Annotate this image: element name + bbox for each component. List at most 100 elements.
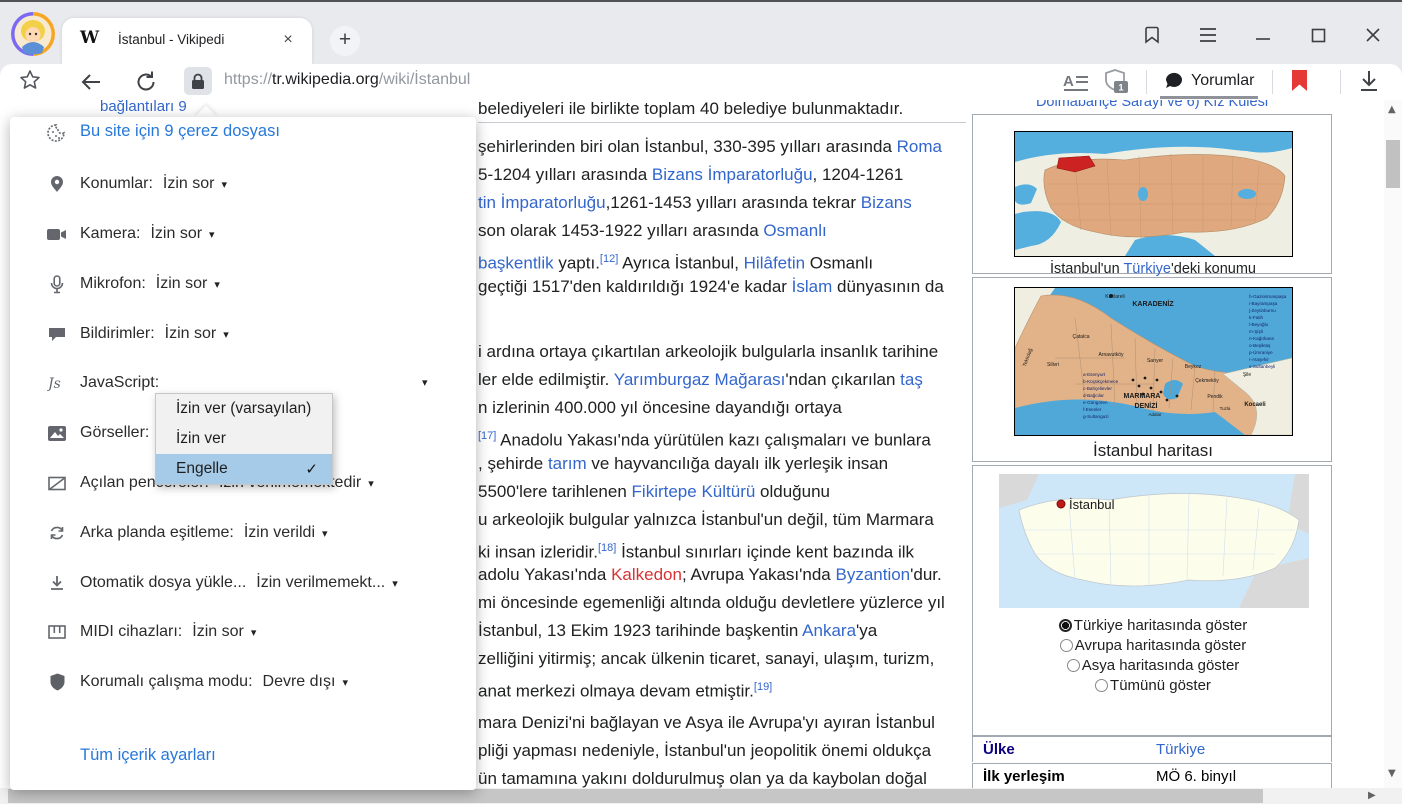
- infobox-row-label[interactable]: Ülke: [983, 741, 1015, 758]
- permission-row-autodownload[interactable]: Otomatik dosya yükle...İzin verilmemekt.…: [10, 569, 476, 597]
- dropdown-arrow-icon[interactable]: ▾: [322, 527, 328, 540]
- profile-avatar[interactable]: [10, 11, 56, 57]
- map-radio-option[interactable]: Asya haritasında göster: [973, 656, 1333, 676]
- browser-tab[interactable]: W İstanbul - Vikipedi ×: [62, 18, 312, 64]
- permission-value[interactable]: Devre dışı: [263, 673, 336, 690]
- site-security-chip[interactable]: [184, 67, 212, 95]
- map-radio-option[interactable]: Avrupa haritasında göster: [973, 636, 1333, 656]
- comments-button[interactable]: Yorumlar: [1160, 66, 1258, 99]
- permission-row-midi[interactable]: MIDI cihazları:İzin sor▾: [10, 618, 476, 646]
- dropdown-item[interactable]: İzin ver: [156, 424, 332, 454]
- wiki-link[interactable]: Roma: [897, 137, 942, 156]
- scroll-up-icon[interactable]: ▲: [1388, 104, 1396, 115]
- permission-value[interactable]: İzin sor: [156, 275, 208, 292]
- turkey-locator-map[interactable]: İstanbul: [999, 474, 1309, 608]
- horizontal-scrollbar-thumb[interactable]: [8, 789, 1263, 803]
- map-legend-item: c-Bahçelievler: [1083, 386, 1112, 391]
- map-legend-item: e-Güngören: [1083, 400, 1108, 405]
- protect-shield-icon[interactable]: 1: [1102, 68, 1132, 96]
- dropdown-item[interactable]: Engelle✓: [156, 454, 332, 484]
- dropdown-item[interactable]: İzin ver (varsayılan): [156, 394, 332, 424]
- radio-icon[interactable]: [1067, 659, 1080, 672]
- vertical-scrollbar[interactable]: ▲ ▼: [1384, 100, 1402, 788]
- wiki-red-link[interactable]: Kalkedon: [611, 565, 682, 584]
- permission-row-microphone[interactable]: Mikrofon:İzin sor▾: [10, 270, 476, 298]
- dropdown-arrow-icon[interactable]: ▾: [223, 328, 229, 341]
- radio-icon[interactable]: [1060, 639, 1073, 652]
- close-icon[interactable]: [1353, 18, 1393, 52]
- minimize-icon[interactable]: [1243, 18, 1283, 52]
- dropdown-arrow-icon[interactable]: ▾: [222, 178, 228, 191]
- wiki-link[interactable]: Bizans İmparatorluğu: [652, 165, 813, 184]
- cookies-link[interactable]: Bu site için 9 çerez dosyası: [80, 122, 280, 141]
- wiki-link[interactable]: taş: [900, 370, 923, 389]
- turkey-province-map[interactable]: [1014, 131, 1293, 257]
- dropdown-arrow-icon[interactable]: ▾: [209, 228, 215, 241]
- back-icon[interactable]: [78, 69, 104, 95]
- bookmarks-panel-icon[interactable]: [1132, 18, 1172, 52]
- permission-value[interactable]: İzin verilmemekt...: [256, 574, 385, 591]
- wiki-link[interactable]: Byzantion: [835, 565, 910, 584]
- reload-icon[interactable]: [133, 69, 159, 95]
- article-text-segment: u arkeolojik bulgular yalnızca İstanbul'…: [478, 510, 934, 529]
- map-radio-option[interactable]: Türkiye haritasında göster: [973, 616, 1333, 636]
- turkiye-link[interactable]: Türkiye: [1123, 261, 1171, 277]
- article-text-segment: , 1204-1261: [813, 165, 904, 184]
- wiki-link[interactable]: başkentlik: [478, 254, 554, 273]
- dropdown-arrow-icon[interactable]: ▾: [214, 278, 220, 291]
- infobox-top-caption[interactable]: Dolmabahçe Sarayı ve 6) Kız Kulesi: [972, 100, 1332, 110]
- permission-value[interactable]: İzin sor: [150, 225, 202, 242]
- wiki-link[interactable]: İslam: [792, 277, 833, 296]
- istanbul-district-map[interactable]: KARADENİZMARMARADENİZİKırklareliTekirdağ…: [1014, 287, 1293, 436]
- scroll-right-icon[interactable]: ▶: [1368, 790, 1376, 801]
- reference-link[interactable]: [12]: [600, 253, 618, 265]
- article-text-segment: Osmanlı: [805, 254, 873, 273]
- wiki-link[interactable]: Ankara: [802, 621, 856, 640]
- permission-value[interactable]: İzin sor: [165, 325, 217, 342]
- vertical-scrollbar-thumb[interactable]: [1386, 140, 1400, 188]
- reference-link[interactable]: [19]: [754, 681, 772, 693]
- dropdown-arrow-icon[interactable]: ▾: [342, 676, 348, 689]
- infobox-istanbul-map-box: KARADENİZMARMARADENİZİKırklareliTekirdağ…: [972, 277, 1332, 462]
- permission-value[interactable]: İzin verildi: [244, 524, 315, 541]
- dropdown-arrow-icon[interactable]: ▾: [251, 626, 257, 639]
- permission-value[interactable]: İzin sor: [192, 623, 244, 640]
- wiki-link[interactable]: tin İmparatorluğu: [478, 193, 606, 212]
- wiki-link[interactable]: Fikirtepe Kültürü: [632, 482, 756, 501]
- permission-row-location[interactable]: Konumlar:İzin sor▾: [10, 170, 476, 198]
- wiki-link[interactable]: tarım: [548, 454, 587, 473]
- dropdown-arrow-icon[interactable]: ▾: [392, 577, 398, 590]
- radio-icon[interactable]: [1095, 679, 1108, 692]
- menu-icon[interactable]: [1188, 18, 1228, 52]
- dropdown-arrow-icon[interactable]: ▾: [368, 477, 374, 490]
- wikipedia-favicon: W: [80, 28, 99, 48]
- infobox-row-value[interactable]: Türkiye: [1156, 741, 1205, 758]
- reference-link[interactable]: [18]: [598, 542, 616, 554]
- address-bar[interactable]: https://tr.wikipedia.org/wiki/İstanbul: [224, 71, 470, 89]
- shield-icon: [46, 668, 68, 696]
- permission-row-shield[interactable]: Korumalı çalışma modu:Devre dışı▾: [10, 668, 476, 696]
- wiki-link[interactable]: Bizans: [861, 193, 912, 212]
- all-content-settings-link[interactable]: Tüm içerik ayarları: [80, 746, 216, 765]
- new-tab-button[interactable]: +: [330, 26, 360, 56]
- bookmark-flag-icon[interactable]: [1291, 69, 1308, 92]
- favorites-star-icon[interactable]: [18, 68, 42, 92]
- wiki-link[interactable]: Yarımburgaz Mağarası: [614, 370, 786, 389]
- permission-value[interactable]: İzin sor: [163, 175, 215, 192]
- radio-selected-icon[interactable]: [1059, 619, 1072, 632]
- permission-row-camera[interactable]: Kamera:İzin sor▾: [10, 220, 476, 248]
- permission-row-sync[interactable]: Arka planda eşitleme:İzin verildi▾: [10, 519, 476, 547]
- wiki-link[interactable]: Osmanlı: [763, 221, 826, 240]
- dropdown-arrow-icon[interactable]: ▾: [422, 369, 428, 397]
- article-line: 5-1204 yılları arasında Bizans İmparator…: [478, 162, 903, 188]
- permission-row-notifications[interactable]: Bildirimler:İzin sor▾: [10, 320, 476, 348]
- map-radio-option[interactable]: Tümünü göster: [973, 676, 1333, 696]
- article-left-fragment[interactable]: bağlantıları 9: [100, 100, 187, 115]
- maximize-icon[interactable]: [1298, 18, 1338, 52]
- scroll-down-icon[interactable]: ▼: [1388, 768, 1396, 779]
- download-icon[interactable]: [1356, 68, 1382, 94]
- reference-link[interactable]: [17]: [478, 430, 496, 442]
- tab-close-icon[interactable]: ×: [278, 30, 298, 50]
- reader-mode-icon[interactable]: A: [1063, 70, 1089, 94]
- wiki-link[interactable]: Hilâfetin: [744, 254, 805, 273]
